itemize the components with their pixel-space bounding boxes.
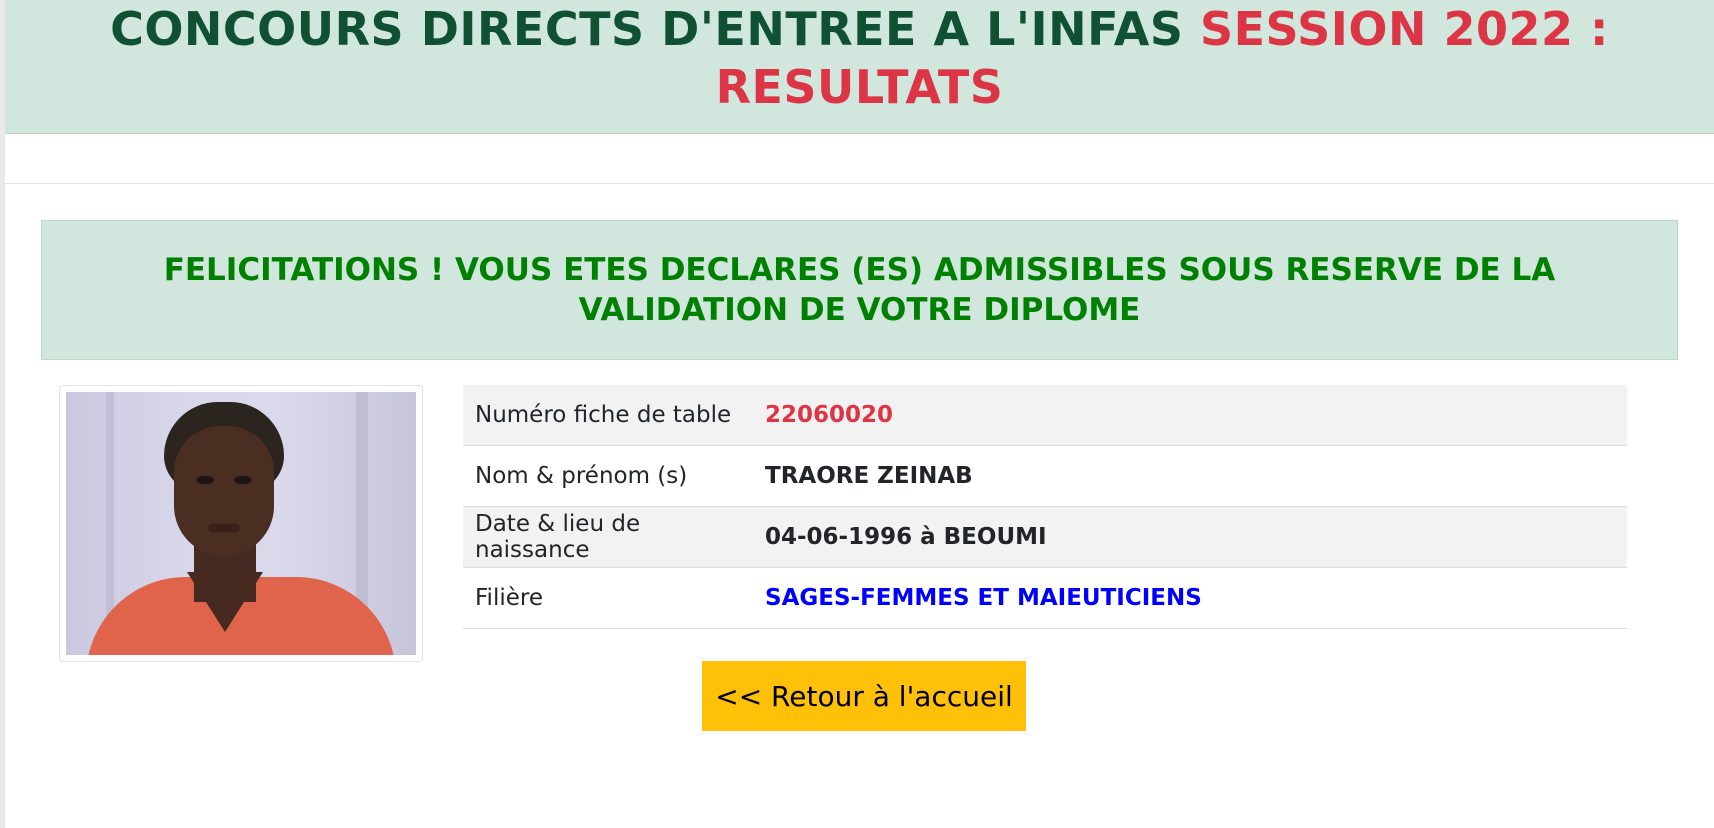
success-alert: FELICITATIONS ! VOUS ETES DECLARES (ES) … <box>41 220 1678 360</box>
back-home-button[interactable]: << Retour à l'accueil <box>702 661 1026 731</box>
table-row: Date & lieu de naissance 04-06-1996 à BE… <box>463 506 1627 568</box>
full-name-value: TRAORE ZEINAB <box>753 445 1627 507</box>
page-header: CONCOURS DIRECTS D'ENTREE A L'INFAS SESS… <box>5 0 1714 134</box>
table-row: Nom & prénom (s) TRAORE ZEINAB <box>463 445 1627 507</box>
candidate-photo <box>66 392 416 655</box>
row-label: Numéro fiche de table <box>463 385 753 446</box>
row-label: Filière <box>463 567 753 629</box>
table-number-value: 22060020 <box>753 385 1627 446</box>
divider <box>5 183 1714 184</box>
row-label: Date & lieu de naissance <box>463 506 753 568</box>
table-row: Numéro fiche de table 22060020 <box>463 385 1627 446</box>
candidate-photo-frame <box>59 385 423 662</box>
row-label: Nom & prénom (s) <box>463 445 753 507</box>
title-main: CONCOURS DIRECTS D'ENTREE A L'INFAS <box>110 2 1200 56</box>
page-title: CONCOURS DIRECTS D'ENTREE A L'INFAS SESS… <box>5 0 1714 116</box>
candidate-info-table: Numéro fiche de table 22060020 Nom & pré… <box>463 385 1627 629</box>
success-message: FELICITATIONS ! VOUS ETES DECLARES (ES) … <box>163 252 1556 328</box>
results-card: CONCOURS DIRECTS D'ENTREE A L'INFAS SESS… <box>5 0 1714 828</box>
birth-value: 04-06-1996 à BEOUMI <box>753 506 1627 568</box>
field-value: SAGES-FEMMES ET MAIEUTICIENS <box>753 567 1627 629</box>
table-row: Filière SAGES-FEMMES ET MAIEUTICIENS <box>463 567 1627 629</box>
